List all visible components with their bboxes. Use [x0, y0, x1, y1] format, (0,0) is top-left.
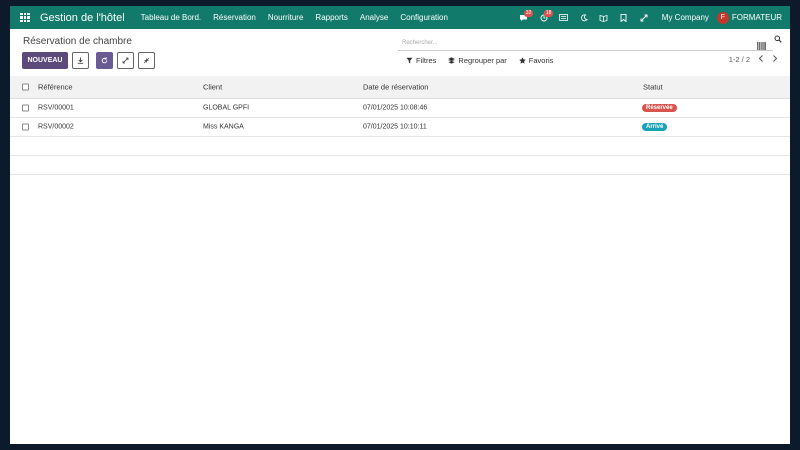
- control-panel-top: Réservation de chambre Rechercher...: [10, 29, 790, 51]
- company-switcher[interactable]: My Company: [662, 13, 709, 22]
- top-navbar: Gestion de l'hôtel Tableau de Bord. Rése…: [10, 6, 790, 29]
- reservation-list: Référence Client Date de réservation Sta…: [10, 76, 790, 175]
- table-row[interactable]: RSV/00001 GLOBAL GPFI 07/01/2025 10:08:4…: [10, 99, 790, 118]
- pager: 1-2 / 2: [729, 55, 778, 64]
- select-all-checkbox[interactable]: [22, 83, 29, 91]
- collapse-button[interactable]: [138, 52, 155, 69]
- navbar-systray: 32 18 My Company F FORMATEUR: [518, 6, 790, 29]
- menu-item-dashboard[interactable]: Tableau de Bord.: [135, 6, 208, 29]
- empty-row: [10, 137, 790, 156]
- chevron-right-icon[interactable]: [772, 55, 778, 64]
- header-client[interactable]: Client: [203, 83, 222, 92]
- row-checkbox[interactable]: [22, 123, 29, 131]
- row-checkbox[interactable]: [22, 104, 29, 112]
- fullscreen-icon[interactable]: [638, 6, 650, 29]
- table-header: Référence Client Date de réservation Sta…: [10, 76, 790, 99]
- activity-badge: 18: [543, 10, 554, 17]
- cell-client: GLOBAL GPFI: [203, 104, 250, 112]
- header-reference[interactable]: Référence: [38, 83, 73, 92]
- status-badge: Réservée: [642, 104, 677, 112]
- cell-client: Miss KANGA: [203, 123, 244, 131]
- expand-button[interactable]: [117, 52, 134, 69]
- pager-value[interactable]: 1-2 / 2: [729, 55, 750, 64]
- collapse-icon: [143, 57, 150, 64]
- user-menu[interactable]: F FORMATEUR: [716, 11, 782, 24]
- bookmark-icon[interactable]: [618, 6, 630, 29]
- empty-row: [10, 156, 790, 175]
- book-icon[interactable]: [598, 6, 610, 29]
- cell-date: 07/01/2025 10:10:11: [363, 123, 427, 131]
- favorites-label: Favoris: [528, 56, 554, 65]
- chat-badge: 32: [523, 10, 534, 17]
- cell-reference: RSV/00002: [38, 123, 74, 131]
- favorites-button[interactable]: Favoris: [518, 56, 554, 65]
- user-name: FORMATEUR: [731, 13, 782, 22]
- control-panel-bottom: NOUVEAU Filtres Regrouper par Favoris 1-…: [10, 51, 790, 71]
- layers-icon: [448, 57, 456, 64]
- header-status[interactable]: Statut: [643, 83, 663, 92]
- filter-icon: [406, 57, 413, 64]
- apps-menu-icon[interactable]: [14, 6, 36, 29]
- group-by-label: Regrouper par: [458, 56, 507, 65]
- cell-reference: RSV/00001: [38, 104, 74, 112]
- table-row[interactable]: RSV/00002 Miss KANGA 07/01/2025 10:10:11…: [10, 118, 790, 137]
- filters-label: Filtres: [416, 56, 437, 65]
- breadcrumb: Réservation de chambre: [23, 36, 132, 47]
- moon-icon[interactable]: [578, 6, 590, 29]
- keyboard-icon[interactable]: [558, 6, 570, 29]
- status-badge: Arrivé: [642, 123, 668, 131]
- search-options: Filtres Regrouper par Favoris: [406, 56, 553, 65]
- main-menu: Tableau de Bord. Réservation Nourriture …: [135, 6, 454, 29]
- menu-item-analysis[interactable]: Analyse: [354, 6, 394, 29]
- app-brand[interactable]: Gestion de l'hôtel: [40, 12, 125, 24]
- new-button[interactable]: NOUVEAU: [22, 52, 68, 69]
- user-avatar: F: [716, 11, 729, 24]
- download-button[interactable]: [72, 52, 89, 69]
- menu-item-configuration[interactable]: Configuration: [394, 6, 454, 29]
- search-input[interactable]: Rechercher...: [398, 37, 773, 51]
- expand-icon: [122, 57, 129, 64]
- menu-item-reservation[interactable]: Réservation: [207, 6, 262, 29]
- search-icon[interactable]: [774, 35, 782, 45]
- group-by-button[interactable]: Regrouper par: [448, 56, 507, 65]
- app-window: Gestion de l'hôtel Tableau de Bord. Rése…: [10, 6, 790, 444]
- download-icon: [77, 57, 84, 64]
- menu-item-reports[interactable]: Rapports: [309, 6, 353, 29]
- refresh-button[interactable]: [96, 52, 113, 69]
- chat-icon[interactable]: 32: [518, 6, 534, 29]
- header-date[interactable]: Date de réservation: [363, 83, 428, 92]
- star-icon: [518, 57, 526, 64]
- menu-item-food[interactable]: Nourriture: [262, 6, 310, 29]
- refresh-icon: [101, 57, 108, 64]
- activity-clock-icon[interactable]: 18: [538, 6, 554, 29]
- cell-date: 07/01/2025 10:08:46: [363, 104, 428, 112]
- filters-button[interactable]: Filtres: [406, 56, 436, 65]
- chevron-left-icon[interactable]: [758, 55, 764, 64]
